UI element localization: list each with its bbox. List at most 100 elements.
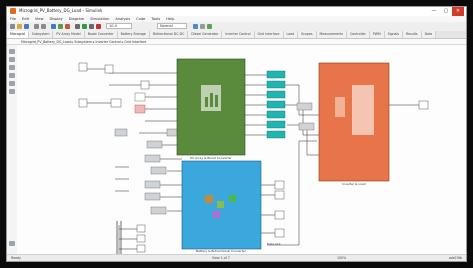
tab-boost-converter[interactable]: Boost Converter	[84, 31, 118, 38]
goto-ppv-port[interactable]	[266, 90, 286, 99]
save-icon[interactable]	[24, 24, 29, 29]
goto-soc-port[interactable]	[266, 130, 286, 139]
from-tag-iref[interactable]	[144, 192, 161, 201]
sum-block[interactable]	[134, 92, 146, 102]
teal-output-ports	[266, 70, 286, 139]
right-from-tags	[296, 102, 315, 131]
tab-pwm[interactable]: PWM	[369, 31, 385, 38]
tab-measurements[interactable]: Measurements	[316, 31, 348, 38]
zoom-in-icon[interactable]	[9, 49, 15, 54]
tab-subsystem[interactable]: Subsystem	[28, 31, 54, 38]
tab-load[interactable]: Load	[283, 31, 299, 38]
scope-vbat[interactable]	[274, 180, 285, 190]
tab-bidirectional[interactable]: Bidirectional DC-DC	[149, 31, 189, 38]
new-model-icon[interactable]	[10, 24, 15, 29]
tab-diesel-generator[interactable]: Diesel Generator	[188, 31, 223, 38]
display-block-3[interactable]	[136, 244, 146, 253]
stop-icon[interactable]	[96, 24, 101, 29]
tab-signals[interactable]: Signals	[384, 31, 404, 38]
tab-microgrid[interactable]: Microgrid	[7, 31, 29, 38]
status-zoom[interactable]: 100%	[337, 255, 346, 261]
tab-grid-interface[interactable]: Grid Interface	[254, 31, 284, 38]
from-tags	[144, 140, 167, 215]
goto-ipv-port[interactable]	[266, 80, 286, 89]
open-folder-icon[interactable]	[17, 24, 22, 29]
pv-bar-icon	[210, 93, 213, 107]
from-tag-vref[interactable]	[144, 180, 161, 189]
collapse-palette-icon[interactable]	[9, 241, 15, 246]
step-forward-icon[interactable]	[89, 24, 94, 29]
pv-bar-icon	[205, 97, 208, 107]
tab-scopes[interactable]: Scopes	[298, 31, 317, 38]
from-tag-pload[interactable]	[150, 206, 167, 215]
simulation-mode-select[interactable]: Normal	[157, 23, 187, 29]
model-settings-icon[interactable]	[65, 24, 70, 29]
from-tag-igrid[interactable]	[298, 122, 315, 131]
goto-duty-port[interactable]	[266, 120, 286, 129]
run-icon[interactable]	[82, 24, 87, 29]
build-icon[interactable]	[207, 24, 212, 29]
bottom-canvas-label: Data Out	[267, 242, 281, 246]
from-tag-vgrid[interactable]	[296, 102, 313, 111]
display-block-1[interactable]	[136, 224, 146, 233]
redo-icon[interactable]	[41, 24, 46, 29]
scope-load[interactable]	[418, 100, 429, 110]
maximize-button[interactable]: ▢	[440, 7, 452, 16]
from-tag-soc[interactable]	[150, 166, 167, 175]
green-block-label: PV Array & Boost Converter	[190, 156, 232, 160]
library-browser-icon[interactable]	[51, 24, 56, 29]
block-diagram: PV Array & Boost Converter Battery & Bid…	[78, 58, 429, 255]
temperature-source-block[interactable]	[110, 98, 122, 108]
goto-idc-port[interactable]	[266, 110, 286, 119]
annotation-icon[interactable]	[9, 73, 15, 78]
window-title: Microgrid_PV_Battery_DG_Load - Simulink	[19, 8, 103, 13]
blue-block-label: Battery & Bidirectional Converter	[196, 249, 247, 253]
tab-controller[interactable]: Controller	[347, 31, 370, 38]
status-solver[interactable]: ode23tb	[449, 255, 462, 261]
scope-ibat[interactable]	[274, 190, 285, 200]
input-sources	[78, 62, 180, 137]
debug-icon[interactable]	[200, 24, 205, 29]
tab-results[interactable]: Results	[403, 31, 422, 38]
display-block-2[interactable]	[136, 234, 146, 243]
battery-controller-icon	[213, 211, 220, 218]
ramp-block[interactable]	[78, 98, 88, 108]
tab-pv-array[interactable]: PV Array Model	[53, 31, 85, 38]
scope-power[interactable]	[274, 228, 285, 238]
scope-soc[interactable]	[274, 210, 285, 220]
orange-block-label: Inverter & Load	[342, 182, 365, 186]
tab-inverter-control[interactable]: Inverter Control	[222, 31, 255, 38]
from-tag-vbat[interactable]	[146, 140, 163, 149]
status-view: View 1 of 7	[212, 256, 230, 260]
goto-vdc-port[interactable]	[266, 100, 286, 109]
step-back-icon[interactable]	[75, 24, 80, 29]
window-controls: — ▢ ✕	[428, 7, 464, 16]
constant-block[interactable]	[78, 62, 88, 72]
tab-data[interactable]: Data	[421, 31, 437, 38]
gain-block[interactable]	[140, 80, 150, 90]
fit-to-view-icon[interactable]	[9, 65, 15, 70]
model-explorer-icon[interactable]	[58, 24, 63, 29]
zoom-out-icon[interactable]	[9, 57, 15, 62]
pv-bar-icon	[215, 95, 218, 107]
from-tag-ibat[interactable]	[144, 154, 161, 163]
undo-icon[interactable]	[34, 24, 39, 29]
model-tabs: Microgrid Subsystem PV Array Model Boost…	[7, 31, 466, 39]
image-icon[interactable]	[9, 81, 15, 86]
status-ready: Ready	[11, 256, 21, 260]
status-bar: Ready View 1 of 7 100% ode23tb	[7, 254, 466, 261]
goto-tag-block[interactable]	[114, 128, 128, 137]
mppt-block[interactable]	[134, 104, 146, 114]
model-canvas[interactable]: PV Array & Boost Converter Battery & Bid…	[17, 45, 466, 256]
stop-time-input[interactable]: 10.0	[106, 23, 132, 29]
area-icon[interactable]	[9, 89, 15, 94]
irradiance-source-block[interactable]	[104, 64, 114, 74]
inverter-load-icon	[352, 85, 374, 135]
tab-battery-storage[interactable]: Battery Storage	[117, 31, 150, 38]
simulink-window: Microgrid_PV_Battery_DG_Load - Simulink …	[6, 6, 467, 262]
close-button[interactable]: ✕	[452, 7, 464, 16]
check-model-icon[interactable]	[193, 24, 198, 29]
minimize-button[interactable]: —	[428, 7, 440, 16]
goto-vpv-port[interactable]	[266, 70, 286, 79]
battery-converter-icon	[205, 195, 213, 203]
